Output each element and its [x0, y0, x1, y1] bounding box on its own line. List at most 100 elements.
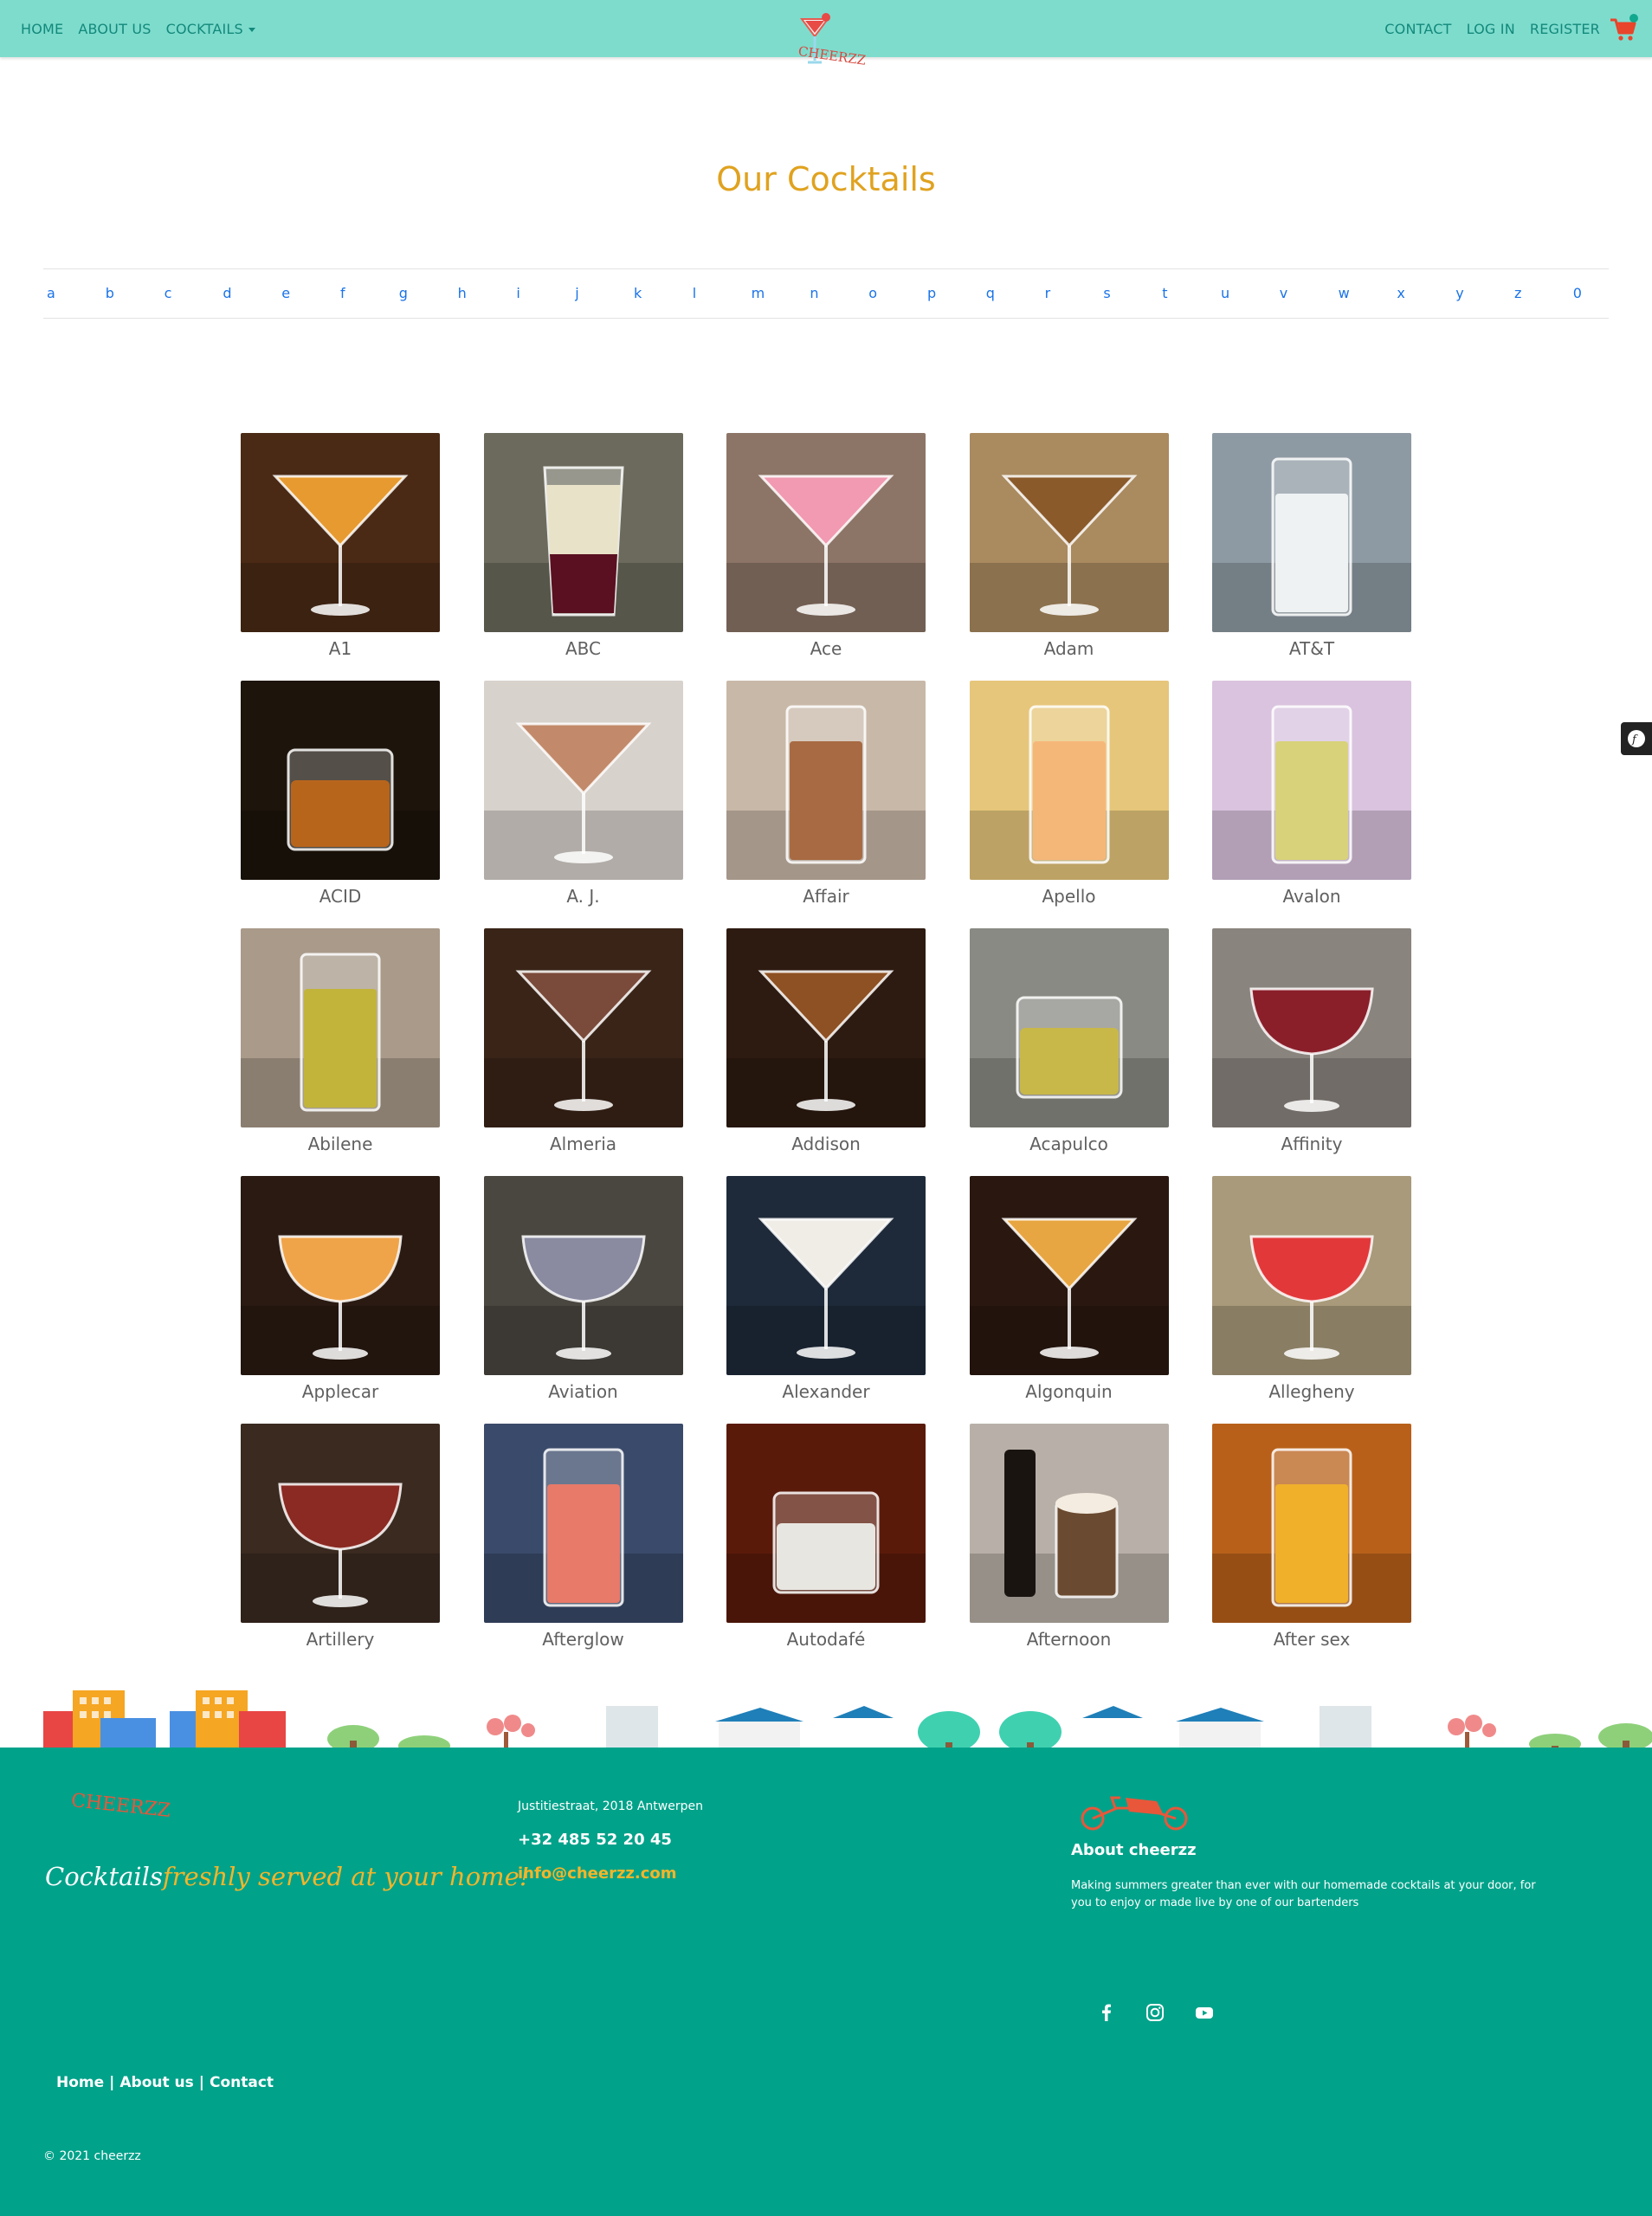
- cocktail-image[interactable]: [969, 681, 1169, 880]
- cheerzz-logo[interactable]: CHEERZZ: [795, 10, 868, 71]
- alphabet-link-digits[interactable]: 0: [1573, 285, 1582, 301]
- cocktail-name[interactable]: A1: [223, 638, 457, 659]
- cocktail-image[interactable]: [726, 433, 926, 632]
- alphabet-link-s[interactable]: s: [1103, 285, 1110, 301]
- cocktail-card[interactable]: A. J.: [483, 681, 683, 914]
- cocktail-name[interactable]: Addison: [709, 1134, 943, 1154]
- cocktail-name[interactable]: Abilene: [223, 1134, 457, 1154]
- cocktail-card[interactable]: AT&T: [1212, 433, 1411, 667]
- cocktail-card[interactable]: Afternoon: [969, 1424, 1169, 1657]
- cocktail-name[interactable]: Applecar: [223, 1381, 457, 1402]
- alphabet-link-k[interactable]: k: [634, 285, 642, 301]
- alphabet-link-i[interactable]: i: [516, 285, 519, 301]
- cocktail-image[interactable]: [726, 1176, 926, 1375]
- alphabet-link-f[interactable]: f: [340, 285, 345, 301]
- alphabet-link-z[interactable]: z: [1514, 285, 1521, 301]
- nav-register-link[interactable]: REGISTER: [1530, 21, 1600, 37]
- cocktail-name[interactable]: ACID: [223, 886, 457, 907]
- cocktail-image[interactable]: [1212, 433, 1411, 632]
- cocktail-image[interactable]: [1212, 1176, 1411, 1375]
- alphabet-link-h[interactable]: h: [458, 285, 467, 301]
- cocktail-card[interactable]: Allegheny: [1212, 1176, 1411, 1410]
- cocktail-name[interactable]: Algonquin: [952, 1381, 1186, 1402]
- instagram-icon[interactable]: [1143, 2000, 1167, 2025]
- cocktail-card[interactable]: Applecar: [241, 1176, 440, 1410]
- nav-about-link[interactable]: ABOUT US: [78, 21, 151, 37]
- alphabet-link-u[interactable]: u: [1221, 285, 1229, 301]
- cocktail-name[interactable]: Afternoon: [952, 1629, 1186, 1650]
- cocktail-card[interactable]: Afterglow: [483, 1424, 683, 1657]
- cocktail-name[interactable]: Autodafé: [709, 1629, 943, 1650]
- alphabet-link-e[interactable]: e: [281, 285, 290, 301]
- cocktail-image[interactable]: [726, 681, 926, 880]
- cocktail-card[interactable]: Autodafé: [726, 1424, 926, 1657]
- footer-link-about[interactable]: About us: [119, 2074, 193, 2091]
- cocktail-image[interactable]: [726, 1424, 926, 1623]
- cocktail-card[interactable]: Artillery: [241, 1424, 440, 1657]
- alphabet-link-w[interactable]: w: [1339, 285, 1350, 301]
- cocktail-image[interactable]: [241, 928, 440, 1127]
- cocktail-card[interactable]: Affinity: [1212, 928, 1411, 1162]
- nav-contact-link[interactable]: CONTACT: [1384, 21, 1451, 37]
- cocktail-name[interactable]: Acapulco: [952, 1134, 1186, 1154]
- cocktail-image[interactable]: [969, 928, 1169, 1127]
- cocktail-name[interactable]: Affair: [709, 886, 943, 907]
- cart-icon[interactable]: [1609, 14, 1638, 43]
- nav-home-link[interactable]: HOME: [21, 21, 63, 37]
- cocktail-name[interactable]: After sex: [1195, 1629, 1429, 1650]
- cocktail-image[interactable]: [483, 1424, 683, 1623]
- cocktail-image[interactable]: [969, 433, 1169, 632]
- cocktail-card[interactable]: After sex: [1212, 1424, 1411, 1657]
- cocktail-card[interactable]: Addison: [726, 928, 926, 1162]
- youtube-icon[interactable]: [1192, 2000, 1216, 2025]
- alphabet-link-a[interactable]: a: [47, 285, 55, 301]
- alphabet-link-t[interactable]: t: [1162, 285, 1167, 301]
- cocktail-card[interactable]: Abilene: [241, 928, 440, 1162]
- cocktail-name[interactable]: Afterglow: [467, 1629, 700, 1650]
- cocktail-card[interactable]: Affair: [726, 681, 926, 914]
- alphabet-link-m[interactable]: m: [752, 285, 765, 301]
- cocktail-name[interactable]: Allegheny: [1195, 1381, 1429, 1402]
- cocktail-name[interactable]: Avalon: [1195, 886, 1429, 907]
- alphabet-link-x[interactable]: x: [1397, 285, 1404, 301]
- footer-link-contact[interactable]: Contact: [210, 2074, 274, 2091]
- cocktail-image[interactable]: [241, 1176, 440, 1375]
- nav-cocktails-dropdown[interactable]: COCKTAILS: [166, 21, 255, 37]
- alphabet-link-j[interactable]: j: [575, 285, 578, 301]
- cocktail-card[interactable]: A1: [241, 433, 440, 667]
- cocktail-name[interactable]: AT&T: [1195, 638, 1429, 659]
- cocktail-image[interactable]: [483, 928, 683, 1127]
- cocktail-card[interactable]: Apello: [969, 681, 1169, 914]
- cocktail-name[interactable]: ABC: [467, 638, 700, 659]
- cocktail-name[interactable]: Artillery: [223, 1629, 457, 1650]
- cocktail-card[interactable]: Almeria: [483, 928, 683, 1162]
- cocktail-card[interactable]: Ace: [726, 433, 926, 667]
- alphabet-link-b[interactable]: b: [106, 285, 114, 301]
- cocktail-name[interactable]: A. J.: [467, 886, 700, 907]
- cocktail-card[interactable]: Alexander: [726, 1176, 926, 1410]
- cocktail-image[interactable]: [1212, 1424, 1411, 1623]
- alphabet-link-r[interactable]: r: [1045, 285, 1051, 301]
- cocktail-image[interactable]: [483, 433, 683, 632]
- cocktail-name[interactable]: Affinity: [1195, 1134, 1429, 1154]
- cocktail-card[interactable]: Avalon: [1212, 681, 1411, 914]
- alphabet-link-d[interactable]: d: [223, 285, 231, 301]
- alphabet-link-l[interactable]: l: [693, 285, 696, 301]
- cocktail-image[interactable]: [483, 681, 683, 880]
- cocktail-name[interactable]: Almeria: [467, 1134, 700, 1154]
- alphabet-link-c[interactable]: c: [165, 285, 172, 301]
- alphabet-link-y[interactable]: y: [1455, 285, 1463, 301]
- cocktail-card[interactable]: Aviation: [483, 1176, 683, 1410]
- alphabet-link-p[interactable]: p: [927, 285, 936, 301]
- footer-email[interactable]: info@cheerzz.com: [518, 1864, 677, 1883]
- facebook-icon[interactable]: [1094, 2000, 1119, 2025]
- cocktail-card[interactable]: ABC: [483, 433, 683, 667]
- cocktail-name[interactable]: Ace: [709, 638, 943, 659]
- footer-link-home[interactable]: Home: [56, 2074, 104, 2091]
- cocktail-name[interactable]: Alexander: [709, 1381, 943, 1402]
- cocktail-image[interactable]: [1212, 681, 1411, 880]
- alphabet-link-v[interactable]: v: [1280, 285, 1287, 301]
- debug-toolbar-toggle[interactable]: f: [1621, 722, 1652, 755]
- cocktail-name[interactable]: Aviation: [467, 1381, 700, 1402]
- cocktail-name[interactable]: Adam: [952, 638, 1186, 659]
